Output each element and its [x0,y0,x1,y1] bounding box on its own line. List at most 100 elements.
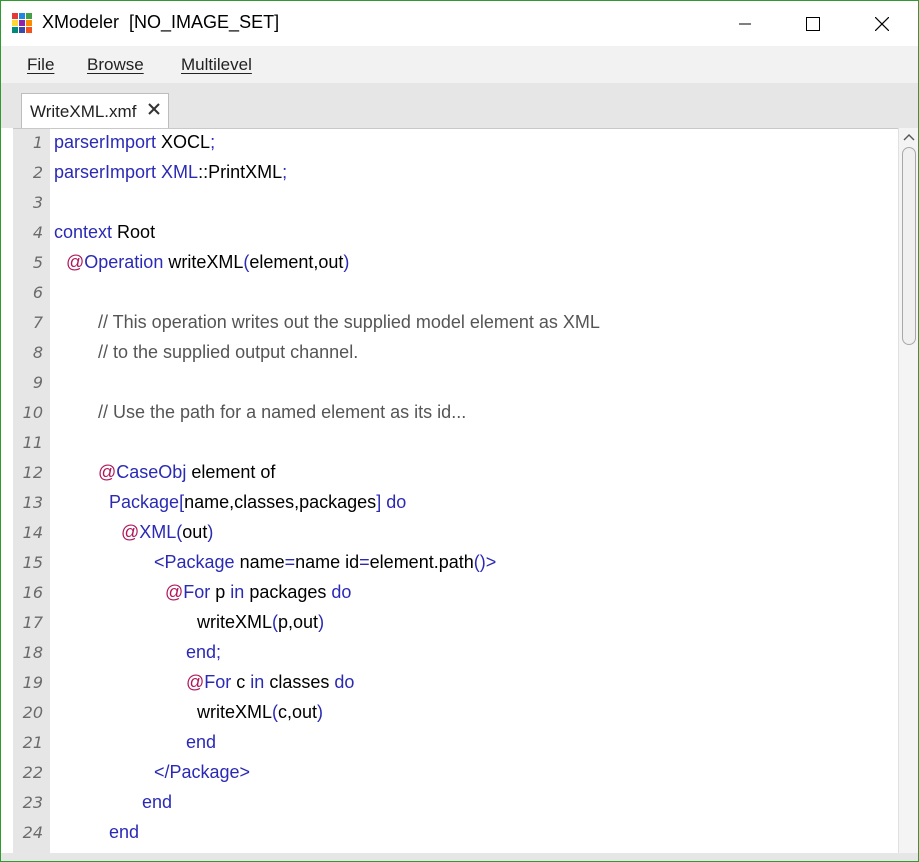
app-window: XModeler [NO_IMAGE_SET] File Browse Mult… [0,0,919,862]
code-token: writeXML [197,702,273,722]
code-token: element,out [249,252,344,272]
code-token: in [230,582,245,602]
code-token: <Package [154,552,235,572]
code-token: Package [109,492,180,512]
code-token: XOCL [156,132,211,152]
code-token: do [334,672,355,692]
code-editor[interactable]: 1 parserImport XOCL; 2 parserImport XML::Pr… [13,128,898,854]
code-text: @For c in classes do [186,672,354,693]
code-token: ) [318,612,325,632]
tab-label: WriteXML.xmf [30,102,137,121]
code-line: 11 [13,429,898,459]
code-token: writeXML [163,252,244,272]
line-number: 8 [32,343,43,362]
code-text: // Use the path for a named element as i… [98,402,466,423]
line-number: 6 [32,283,43,302]
line-number: 7 [32,313,43,332]
code-line: 3 [13,189,898,219]
code-text: end [186,732,216,753]
code-token: name id [295,552,360,572]
window-title: XModeler [NO_IMAGE_SET] [42,12,280,32]
app-logo-cell [26,27,32,33]
code-token: parserImport [54,162,157,182]
code-token: For [204,672,232,692]
minimize-icon [739,23,751,24]
line-number: 23 [22,793,43,812]
code-token: @ [165,582,184,602]
line-number: 4 [32,223,43,242]
code-token: name [234,552,285,572]
menu-multilevel[interactable]: Multilevel [181,55,252,75]
code-line: 6 [13,279,898,309]
code-line: 8 // to the supplied output channel. [13,339,898,369]
code-token: context [54,222,113,242]
code-token: classes [264,672,335,692]
app-logo-cell [26,20,32,26]
code-token: c [231,672,251,692]
code-token: p,out [278,612,319,632]
code-text: parserImport XML::PrintXML; [54,162,287,183]
code-token: name,classes,packages [184,492,377,512]
code-token: packages [244,582,332,602]
minimize-button[interactable] [722,1,768,46]
menu-bar: File Browse Multilevel [1,46,918,84]
code-text: writeXML(c,out) [197,702,323,723]
code-token: c,out [278,702,318,722]
code-token: @ [98,462,117,482]
code-token: end [186,732,217,752]
tab-bar: WriteXML.xmf [1,83,918,128]
code-line: 12 @CaseObj element of [13,459,898,489]
code-line: 4 context Root [13,219,898,249]
code-token: = [359,552,370,572]
app-logo-cell [12,27,18,33]
code-token: end [142,792,173,812]
scrollbar-thumb[interactable] [902,147,916,345]
line-number: 16 [22,583,43,602]
code-token: @ [121,522,140,542]
code-token: XML [156,162,199,182]
tab-writexml[interactable]: WriteXML.xmf [21,93,169,128]
code-text: <Package name=name id=element.path()> [154,552,496,573]
line-number: 15 [22,553,43,572]
code-line: 15 <Package name=name id=element.path()> [13,549,898,579]
code-line: 20 writeXML(c,out) [13,699,898,729]
code-text: end [142,792,172,813]
menu-file[interactable]: File [27,55,54,75]
maximize-button[interactable] [790,1,836,46]
code-token: do [381,492,407,512]
code-token: parserImport [54,132,157,152]
code-token: XML [139,522,177,542]
line-number: 22 [22,763,43,782]
line-number: 13 [22,493,43,512]
close-icon[interactable] [147,102,161,116]
line-number: 20 [22,703,43,722]
code-line: 18 end; [13,639,898,669]
code-token: CaseObj [116,462,187,482]
scroll-up-button[interactable] [899,128,918,146]
code-line: 13 Package[name,classes,packages] do [13,489,898,519]
chevron-up-icon [903,134,915,141]
code-text: parserImport XOCL; [54,132,215,153]
code-token: // Use the path for a named element as i… [98,402,467,422]
line-number: 17 [22,613,43,632]
title-bar[interactable]: XModeler [NO_IMAGE_SET] [1,1,918,46]
line-number: 5 [32,253,43,272]
code-token: end [109,822,140,842]
code-text: end [109,822,139,843]
code-token: element of [186,462,276,482]
close-button[interactable] [859,1,905,46]
code-text: @XML(out) [121,522,213,543]
code-token: // to the supplied output channel. [98,342,359,362]
code-text: Package[name,classes,packages] do [109,492,406,513]
code-line: 23 end [13,789,898,819]
code-token: out [182,522,208,542]
app-logo-cell [26,13,32,19]
vertical-scrollbar[interactable] [898,128,918,853]
code-token: element.path [369,552,474,572]
line-number: 19 [22,673,43,692]
line-number: 1 [32,133,43,152]
code-token: p [210,582,231,602]
code-text: </Package> [154,762,250,783]
code-token: do [331,582,352,602]
menu-browse[interactable]: Browse [87,55,144,75]
